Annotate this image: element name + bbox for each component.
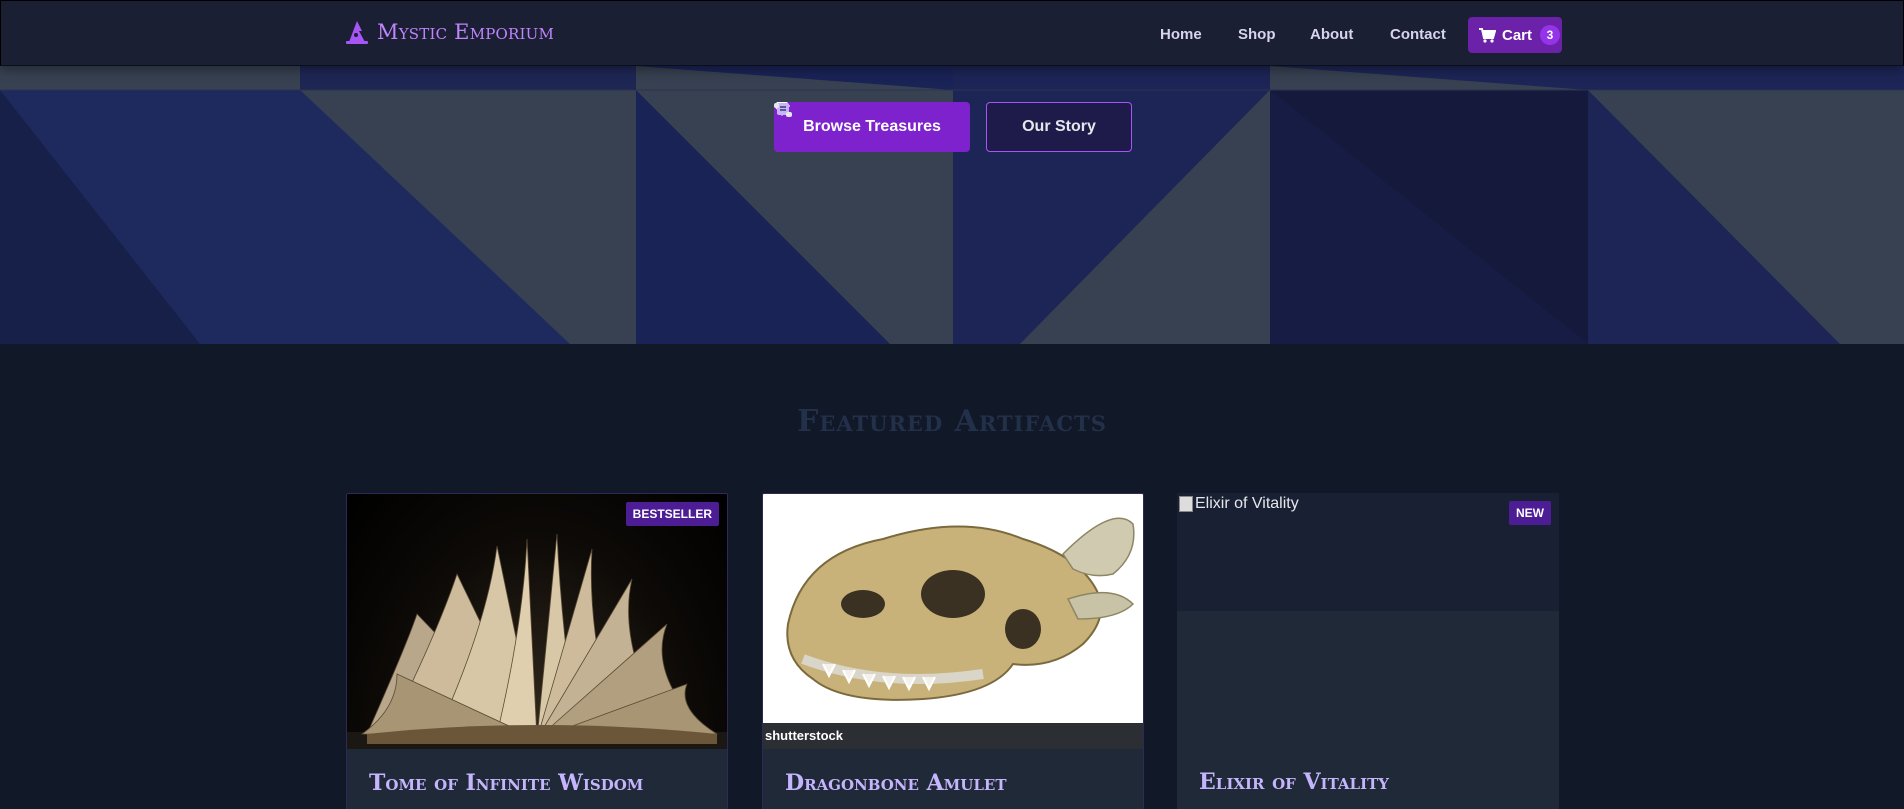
nav-home[interactable]: Home [1160,26,1202,43]
product-image-amulet: shutterstock [763,494,1143,749]
product-card-tome[interactable]: BESTSELLER Tome of Infinite Wisdom [346,493,728,809]
nav-shop[interactable]: Shop [1238,26,1276,43]
bestseller-badge: BESTSELLER [625,502,719,526]
open-book-illustration [347,533,727,749]
browse-treasures-label: Browse Treasures [803,118,941,135]
hero-actions: Browse Treasures Our Story [774,102,1132,152]
cart-button[interactable]: Cart 3 [1468,17,1562,53]
shopping-cart-icon [1479,27,1496,43]
product-card-elixir[interactable]: Elixir of Vitality NEW Elixir of Vitalit… [1177,493,1559,809]
browse-treasures-button[interactable]: Browse Treasures [774,102,970,152]
hero-section: Browse Treasures Our Story [0,66,1904,344]
featured-section-title: Featured Artifacts [797,404,1107,439]
site-header: Mystic Emporium Home Shop About Contact … [0,0,1904,66]
product-name[interactable]: Elixir of Vitality [1199,769,1389,795]
nav-about[interactable]: About [1310,26,1353,43]
new-badge: NEW [1509,501,1551,525]
product-image-elixir: Elixir of Vitality NEW [1177,493,1559,611]
product-name[interactable]: Dragonbone Amulet [785,770,1007,796]
broken-image-placeholder: Elixir of Vitality [1179,495,1299,513]
dragon-skull-illustration [786,517,1135,701]
image-watermark-text: shutterstock [765,728,844,743]
broken-image-icon [1179,496,1193,512]
scroll-icon [774,103,792,117]
our-story-button[interactable]: Our Story [774,102,1132,152]
nav-contact[interactable]: Contact [1390,26,1446,43]
cart-label: Cart [1502,26,1533,44]
cart-count-badge: 3 [1540,25,1561,45]
product-card-amulet[interactable]: shutterstock Dragonbone Amulet [762,493,1144,809]
broken-image-alt: Elixir of Vitality [1195,495,1299,512]
image-watermark-bar: shutterstock [763,723,1143,749]
our-story-label: Our Story [1022,118,1096,135]
main-nav: Home Shop About Contact Cart 3 [1,17,1904,53]
product-name[interactable]: Tome of Infinite Wisdom [369,770,643,796]
product-image-tome: BESTSELLER [347,494,727,749]
